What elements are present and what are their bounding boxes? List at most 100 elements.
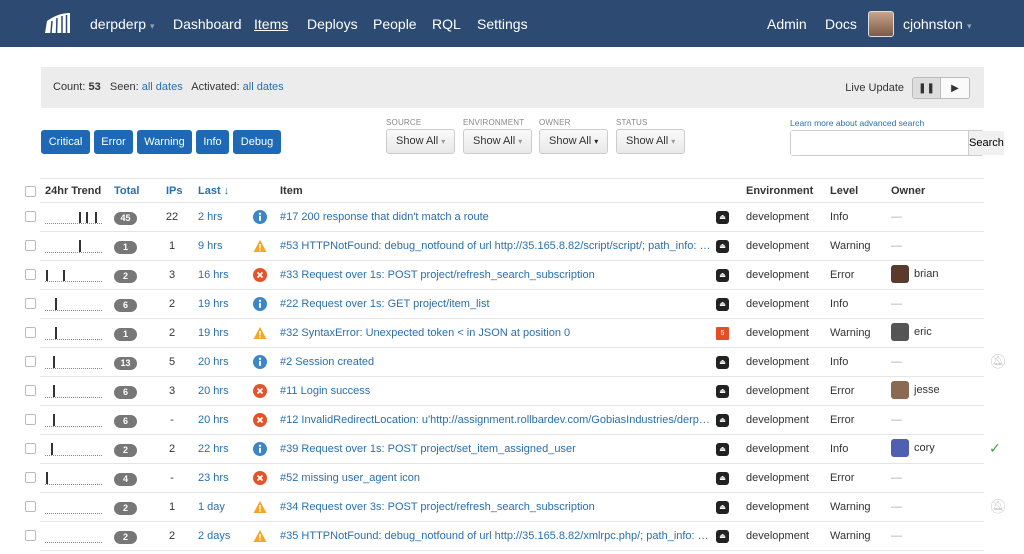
- row-checkbox[interactable]: [25, 443, 36, 454]
- total-count-badge: 6: [114, 415, 137, 428]
- owner-none: —: [891, 298, 902, 310]
- owner[interactable]: —: [891, 236, 902, 252]
- nav-settings[interactable]: Settings: [477, 16, 528, 32]
- owner[interactable]: —: [891, 468, 902, 484]
- last-seen-link[interactable]: 19 hrs: [198, 298, 229, 310]
- level-info-button[interactable]: Info: [196, 130, 229, 154]
- table-row: 1 2 19 hrs #32 SyntaxError: Unexpected t…: [0, 319, 1024, 348]
- live-update-label: Live Update: [845, 82, 904, 94]
- last-seen-link[interactable]: 2 hrs: [198, 211, 222, 223]
- row-checkbox[interactable]: [25, 501, 36, 512]
- nav-deploys[interactable]: Deploys: [307, 16, 358, 32]
- item-title-link[interactable]: #34 Request over 3s: POST project/refres…: [280, 501, 712, 513]
- last-seen-link[interactable]: 23 hrs: [198, 472, 229, 484]
- error-level-icon: [253, 413, 267, 427]
- item-title-link[interactable]: #52 missing user_agent icon: [280, 472, 712, 484]
- source-dropdown[interactable]: Show All ▾: [386, 129, 456, 154]
- rollbar-logo-icon[interactable]: [44, 13, 70, 33]
- owner-dropdown[interactable]: Show All ▾: [539, 129, 609, 154]
- col-last-sort[interactable]: Last ↓: [198, 185, 229, 197]
- item-title-link[interactable]: #32 SyntaxError: Unexpected token < in J…: [280, 327, 712, 339]
- row-checkbox[interactable]: [25, 385, 36, 396]
- warning-level-icon: [253, 326, 267, 340]
- last-seen-link[interactable]: 16 hrs: [198, 269, 229, 281]
- item-title-link[interactable]: #17 200 response that didn't match a rou…: [280, 211, 712, 223]
- level-debug-button[interactable]: Debug: [233, 130, 281, 154]
- nav-people[interactable]: People: [373, 16, 417, 32]
- last-seen-link[interactable]: 20 hrs: [198, 385, 229, 397]
- level: Warning: [830, 501, 871, 513]
- item-title-link[interactable]: #33 Request over 1s: POST project/refres…: [280, 269, 712, 281]
- last-seen-link[interactable]: 19 hrs: [198, 327, 229, 339]
- last-seen-link[interactable]: 20 hrs: [198, 414, 229, 426]
- pause-button[interactable]: ❚❚: [913, 78, 941, 98]
- last-seen-link[interactable]: 1 day: [198, 501, 225, 513]
- row-checkbox[interactable]: [25, 414, 36, 425]
- live-update-toggle: ❚❚ ▶: [912, 77, 970, 99]
- owner[interactable]: —: [891, 207, 902, 223]
- owner[interactable]: —: [891, 497, 902, 513]
- owner[interactable]: brian: [891, 265, 938, 283]
- item-title-link[interactable]: #35 HTTPNotFound: debug_notfound of url …: [280, 530, 712, 542]
- level-critical-button[interactable]: Critical: [41, 130, 90, 154]
- activated-date-link[interactable]: all dates: [243, 81, 284, 93]
- owner[interactable]: —: [891, 410, 902, 426]
- trend-bar: [86, 212, 89, 223]
- advanced-search-link[interactable]: Learn more about advanced search: [790, 118, 924, 128]
- nav-admin[interactable]: Admin: [767, 16, 807, 32]
- item-title-link[interactable]: #12 InvalidRedirectLocation: u'http://as…: [280, 414, 712, 426]
- user-avatar[interactable]: [868, 11, 894, 37]
- project-switcher[interactable]: derpderp ▾: [90, 16, 155, 32]
- status-dropdown[interactable]: Show All ▾: [616, 129, 686, 154]
- last-seen-link[interactable]: 9 hrs: [198, 240, 222, 252]
- resolved-check-icon[interactable]: ✓: [989, 440, 1001, 457]
- last-seen-link[interactable]: 20 hrs: [198, 356, 229, 368]
- trend-sparkline: [45, 442, 102, 456]
- item-title-link[interactable]: #53 HTTPNotFound: debug_notfound of url …: [280, 240, 712, 252]
- select-all-checkbox[interactable]: [25, 186, 36, 197]
- last-seen-link[interactable]: 2 days: [198, 530, 230, 542]
- last-seen-link[interactable]: 22 hrs: [198, 443, 229, 455]
- owner[interactable]: cory: [891, 439, 935, 457]
- row-checkbox[interactable]: [25, 327, 36, 338]
- row-checkbox[interactable]: [25, 269, 36, 280]
- item-title-link[interactable]: #2 Session created: [280, 356, 712, 368]
- muted-bell-icon[interactable]: 🔕︎: [989, 353, 1007, 370]
- level: Info: [830, 356, 849, 368]
- environment-dropdown[interactable]: Show All ▾: [463, 129, 533, 154]
- owner[interactable]: —: [891, 294, 902, 310]
- item-title-link[interactable]: #22 Request over 1s: GET project/item_li…: [280, 298, 712, 310]
- level-warning-button[interactable]: Warning: [137, 130, 192, 154]
- trend-sparkline: [45, 326, 102, 340]
- owner[interactable]: —: [891, 526, 902, 542]
- col-total-sort[interactable]: Total: [114, 185, 139, 197]
- owner[interactable]: eric: [891, 323, 932, 341]
- table-row: 6 3 20 hrs #11 Login success ⏏ developme…: [0, 377, 1024, 406]
- seen-date-link[interactable]: all dates: [142, 81, 183, 93]
- trend-bar: [52, 414, 55, 426]
- nav-rql[interactable]: RQL: [432, 16, 461, 32]
- user-menu[interactable]: cjohnston ▾: [903, 16, 971, 32]
- row-checkbox[interactable]: [25, 240, 36, 251]
- row-checkbox[interactable]: [25, 211, 36, 222]
- level-error-button[interactable]: Error: [94, 130, 133, 154]
- search-button[interactable]: Search: [968, 131, 1004, 155]
- row-checkbox[interactable]: [25, 298, 36, 309]
- owner-avatar: [891, 381, 909, 399]
- item-title-link[interactable]: #39 Request over 1s: POST project/set_it…: [280, 443, 712, 455]
- row-checkbox[interactable]: [25, 530, 36, 541]
- item-title-link[interactable]: #11 Login success: [280, 385, 712, 397]
- muted-bell-icon[interactable]: 🔕︎: [989, 498, 1007, 515]
- owner[interactable]: jesse: [891, 381, 940, 399]
- row-checkbox[interactable]: [25, 472, 36, 483]
- environment-filter: ENVIRONMENT Show All ▾: [463, 118, 533, 154]
- nav-items[interactable]: Items: [254, 16, 288, 32]
- play-button[interactable]: ▶: [941, 78, 969, 98]
- search-input[interactable]: [791, 131, 968, 155]
- col-level: Level: [830, 185, 859, 197]
- row-checkbox[interactable]: [25, 356, 36, 367]
- nav-dashboard[interactable]: Dashboard: [173, 16, 242, 32]
- col-ips-sort[interactable]: IPs: [166, 185, 183, 197]
- nav-docs[interactable]: Docs: [825, 16, 857, 32]
- owner[interactable]: —: [891, 352, 902, 368]
